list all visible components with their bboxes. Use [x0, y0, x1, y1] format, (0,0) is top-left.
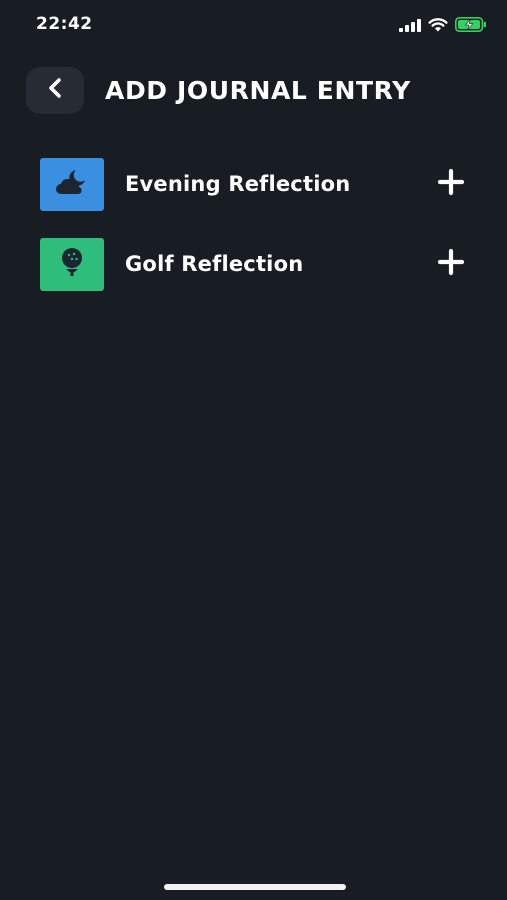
entry-label: Evening Reflection: [125, 172, 351, 196]
cloud-moon-icon: [54, 167, 90, 201]
list-item-evening-reflection[interactable]: Evening Reflection: [40, 156, 467, 212]
home-indicator[interactable]: [164, 884, 346, 890]
status-time: 22:42: [36, 14, 93, 34]
entry-icon-tile: [40, 237, 104, 291]
entry-label: Golf Reflection: [125, 252, 304, 276]
plus-icon: [437, 248, 465, 280]
page-title: ADD JOURNAL ENTRY: [105, 75, 411, 105]
entry-list: Evening Reflection Golf Reflection: [40, 156, 467, 316]
header: ADD JOURNAL ENTRY: [26, 66, 487, 114]
add-golf-reflection-button[interactable]: [435, 248, 467, 280]
list-item-golf-reflection[interactable]: Golf Reflection: [40, 236, 467, 292]
status-bar: 22:42: [0, 0, 507, 50]
plus-icon: [437, 168, 465, 200]
add-evening-reflection-button[interactable]: [435, 168, 467, 200]
chevron-left-icon: [47, 77, 63, 103]
battery-charging-icon: [455, 17, 487, 36]
entry-icon-tile: [40, 157, 104, 211]
back-button[interactable]: [26, 66, 84, 114]
screen: 22:42 ADD JOURNAL ENTRY Evening Reflecti…: [0, 0, 507, 900]
golf-ball-icon: [55, 245, 89, 283]
wifi-icon: [428, 17, 448, 36]
cellular-signal-icon: [399, 17, 421, 36]
status-icons: [399, 17, 487, 36]
